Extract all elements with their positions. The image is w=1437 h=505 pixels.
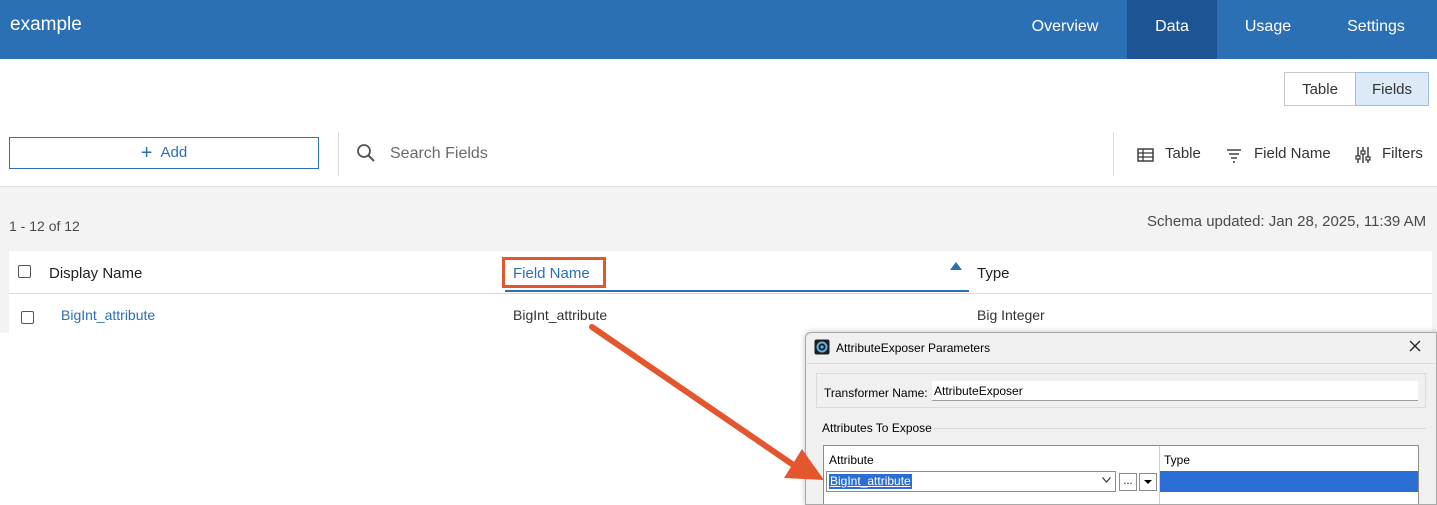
sort-ascending-icon[interactable] xyxy=(950,262,962,270)
tab-data[interactable]: Data xyxy=(1127,0,1217,59)
tab-settings[interactable]: Settings xyxy=(1330,0,1422,59)
transformer-name-field[interactable] xyxy=(932,381,1418,401)
close-icon[interactable] xyxy=(1408,339,1422,353)
table-row[interactable] xyxy=(9,294,1432,333)
table-icon xyxy=(1137,148,1154,162)
schema-updated-text: Schema updated: Jan 28, 2025, 11:39 AM xyxy=(1147,213,1427,230)
toolbar-divider xyxy=(338,132,339,176)
fields-view-button[interactable]: Fields xyxy=(1355,72,1429,106)
search-icon xyxy=(357,144,375,162)
filters-icon xyxy=(1355,147,1371,163)
table-display-toggle[interactable]: Table xyxy=(1165,145,1201,162)
tab-overview[interactable]: Overview xyxy=(1018,0,1112,59)
app-icon xyxy=(814,339,830,355)
type-cell: Big Integer xyxy=(977,307,1045,323)
ellipsis-button[interactable]: ... xyxy=(1119,473,1137,491)
grid-header-attribute: Attribute xyxy=(829,453,874,467)
type-cell-selected[interactable] xyxy=(1160,471,1418,492)
toolbar-divider xyxy=(1113,132,1114,176)
annotation-highlight-box xyxy=(502,257,606,288)
display-name-link[interactable]: BigInt_attribute xyxy=(61,307,155,323)
plus-icon: + xyxy=(140,142,153,164)
top-navigation-bar xyxy=(0,0,1437,59)
dropdown-button[interactable] xyxy=(1139,473,1157,491)
app-title[interactable]: example xyxy=(10,14,82,36)
caret-down-icon xyxy=(1144,480,1152,484)
attributes-to-expose-label: Attributes To Expose xyxy=(822,421,932,435)
add-label: Add xyxy=(160,144,188,161)
select-all-checkbox[interactable] xyxy=(18,265,31,278)
record-count: 1 - 12 of 12 xyxy=(9,218,80,234)
view-toggle-bar xyxy=(0,59,1437,122)
filters-button[interactable]: Filters xyxy=(1382,145,1423,162)
group-divider xyxy=(934,428,1426,429)
search-fields-input[interactable] xyxy=(388,140,792,168)
chevron-down-icon[interactable] xyxy=(1102,477,1111,483)
title-separator xyxy=(807,363,1435,364)
dialog-title: AttributeExposer Parameters xyxy=(836,341,991,355)
sort-by-field-name[interactable]: Field Name xyxy=(1254,145,1331,162)
attributeexposer-dialog: AttributeExposer Parameters Transformer … xyxy=(805,332,1437,505)
transformer-name-label: Transformer Name: xyxy=(824,386,928,400)
table-header-row xyxy=(9,251,1432,294)
grid-header-type: Type xyxy=(1164,453,1191,467)
field-name-cell: BigInt_attribute xyxy=(513,307,608,323)
table-view-button[interactable]: Table xyxy=(1284,72,1356,106)
selected-attribute-text[interactable]: BigInt_attribute xyxy=(829,474,912,489)
column-header-display-name[interactable]: Display Name xyxy=(49,265,142,282)
tab-usage[interactable]: Usage xyxy=(1228,0,1308,59)
add-field-button[interactable]: + Add xyxy=(9,137,319,169)
column-header-type[interactable]: Type xyxy=(977,265,1010,282)
row-checkbox[interactable] xyxy=(21,311,34,324)
sort-lines-icon xyxy=(1227,149,1241,163)
sorted-column-indicator xyxy=(505,290,969,292)
